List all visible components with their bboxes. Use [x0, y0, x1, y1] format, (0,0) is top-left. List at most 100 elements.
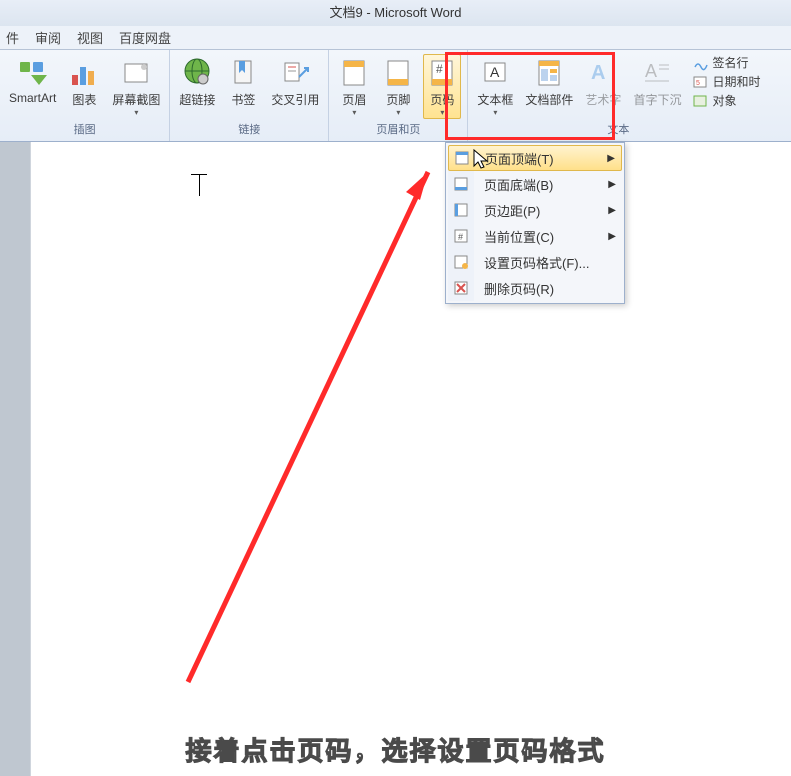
- textbox-button[interactable]: A 文本框 ▾: [474, 54, 516, 119]
- datetime-icon: 5: [692, 74, 708, 90]
- screenshot-icon: [120, 57, 152, 89]
- wordart-button[interactable]: A 艺术字: [582, 54, 624, 111]
- dropdown-arrow-icon: ▾: [493, 110, 497, 116]
- wordart-label: 艺术字: [585, 91, 621, 108]
- ribbon-group-headerfooter: 页眉 ▾ 页脚 ▾ # 页码 ▾ 页眉和页: [329, 50, 468, 141]
- crossref-icon: [279, 57, 311, 89]
- header-icon: [338, 57, 370, 89]
- datetime-button[interactable]: 5 日期和时: [690, 73, 762, 90]
- quickparts-label: 文档部件: [525, 91, 573, 108]
- signature-button[interactable]: 签名行: [690, 54, 762, 71]
- submenu-arrow-icon: ▶: [607, 153, 615, 164]
- group-label: 文本: [607, 121, 629, 139]
- page-bottom-icon: [453, 176, 469, 192]
- dropcap-button[interactable]: A 首字下沉: [630, 54, 684, 111]
- pagenumber-dropdown: 页面顶端(T) ▶ 页面底端(B) ▶ 页边距(P) ▶ # 当前位置(C) ▶…: [445, 142, 625, 304]
- globe-icon: [181, 57, 213, 89]
- menu-item-current-position[interactable]: # 当前位置(C) ▶: [448, 223, 622, 249]
- svg-text:A: A: [645, 61, 657, 81]
- svg-text:#: #: [458, 232, 463, 242]
- textbox-label: 文本框: [477, 91, 513, 108]
- ribbon: SmartArt 图表 屏幕截图 ▾ 插图 超链接 书签: [0, 50, 791, 142]
- quickparts-icon: [533, 57, 565, 89]
- menu-label: 页面顶端(T): [475, 149, 607, 168]
- header-label: 页眉: [342, 91, 366, 108]
- dropdown-arrow-icon: ▾: [352, 110, 356, 116]
- screenshot-label: 屏幕截图: [112, 91, 160, 108]
- menu-item[interactable]: 百度网盘: [119, 28, 171, 47]
- chart-label: 图表: [72, 91, 96, 108]
- text-cursor: [199, 174, 200, 196]
- pagenumber-icon: #: [426, 57, 458, 89]
- chart-icon: [68, 57, 100, 89]
- hyperlink-button[interactable]: 超链接: [176, 54, 218, 111]
- screenshot-button[interactable]: 屏幕截图 ▾: [109, 54, 163, 119]
- document-area[interactable]: [0, 142, 791, 776]
- pagenumber-label: 页码: [430, 91, 454, 108]
- menu-item-page-bottom[interactable]: 页面底端(B) ▶: [448, 171, 622, 197]
- menu-item-page-top[interactable]: 页面顶端(T) ▶: [448, 145, 622, 171]
- bookmark-icon: [227, 57, 259, 89]
- menu-item-remove-page-numbers[interactable]: 删除页码(R): [448, 275, 622, 301]
- chart-button[interactable]: 图表: [65, 54, 103, 111]
- svg-text:A: A: [490, 64, 500, 80]
- format-icon: [453, 254, 469, 270]
- quickparts-button[interactable]: 文档部件: [522, 54, 576, 111]
- crossref-label: 交叉引用: [271, 91, 319, 108]
- menu-label: 设置页码格式(F)...: [474, 253, 616, 272]
- ribbon-group-text: A 文本框 ▾ 文档部件 A 艺术字 A 首字下沉 签名行: [468, 50, 768, 141]
- wordart-icon: A: [587, 57, 619, 89]
- dropcap-label: 首字下沉: [633, 91, 681, 108]
- footer-button[interactable]: 页脚 ▾: [379, 54, 417, 119]
- tutorial-caption: 接着点击页码，选择设置页码格式: [0, 731, 791, 768]
- bookmark-label: 书签: [231, 91, 255, 108]
- submenu-arrow-icon: ▶: [608, 205, 616, 216]
- footer-label: 页脚: [386, 91, 410, 108]
- dropdown-arrow-icon: ▾: [134, 110, 138, 116]
- datetime-label: 日期和时: [712, 73, 760, 90]
- svg-text:A: A: [591, 62, 605, 84]
- smartart-button[interactable]: SmartArt: [6, 54, 59, 108]
- signature-icon: [692, 55, 708, 71]
- title-bar: 文档9 - Microsoft Word: [0, 0, 791, 26]
- group-label: 插图: [74, 121, 96, 139]
- remove-icon: [453, 280, 469, 296]
- current-position-icon: #: [453, 228, 469, 244]
- menu-label: 删除页码(R): [474, 279, 616, 298]
- dropdown-arrow-icon: ▾: [396, 110, 400, 116]
- svg-text:5: 5: [696, 80, 700, 87]
- page-top-icon: [454, 150, 470, 166]
- menu-label: 页面底端(B): [474, 175, 608, 194]
- menu-item-format-page-numbers[interactable]: 设置页码格式(F)...: [448, 249, 622, 275]
- menu-item[interactable]: 件: [6, 28, 19, 47]
- hyperlink-label: 超链接: [179, 91, 215, 108]
- page-margins-icon: [453, 202, 469, 218]
- bookmark-button[interactable]: 书签: [224, 54, 262, 111]
- menu-label: 当前位置(C): [474, 227, 608, 246]
- header-button[interactable]: 页眉 ▾: [335, 54, 373, 119]
- dropdown-arrow-icon: ▾: [440, 110, 444, 116]
- ribbon-group-links: 超链接 书签 交叉引用 链接: [170, 50, 329, 141]
- crossref-button[interactable]: 交叉引用: [268, 54, 322, 111]
- document-gutter: [0, 142, 30, 776]
- menu-item[interactable]: 审阅: [35, 28, 61, 47]
- menu-item-page-margins[interactable]: 页边距(P) ▶: [448, 197, 622, 223]
- submenu-arrow-icon: ▶: [608, 231, 616, 242]
- footer-icon: [382, 57, 414, 89]
- object-icon: [692, 93, 708, 109]
- dropcap-icon: A: [641, 57, 673, 89]
- menu-label: 页边距(P): [474, 201, 608, 220]
- group-label: 页眉和页: [376, 121, 420, 139]
- submenu-arrow-icon: ▶: [608, 179, 616, 190]
- pagenumber-button[interactable]: # 页码 ▾: [423, 54, 461, 119]
- svg-text:#: #: [436, 62, 443, 76]
- menu-item[interactable]: 视图: [77, 28, 103, 47]
- signature-label: 签名行: [712, 54, 748, 71]
- smartart-icon: [17, 57, 49, 89]
- menu-bar: 件 审阅 视图 百度网盘: [0, 26, 791, 50]
- object-button[interactable]: 对象: [690, 92, 762, 109]
- document-page[interactable]: [30, 142, 791, 776]
- group-label: 链接: [238, 121, 260, 139]
- object-label: 对象: [712, 92, 736, 109]
- ribbon-group-illustrations: SmartArt 图表 屏幕截图 ▾ 插图: [0, 50, 170, 141]
